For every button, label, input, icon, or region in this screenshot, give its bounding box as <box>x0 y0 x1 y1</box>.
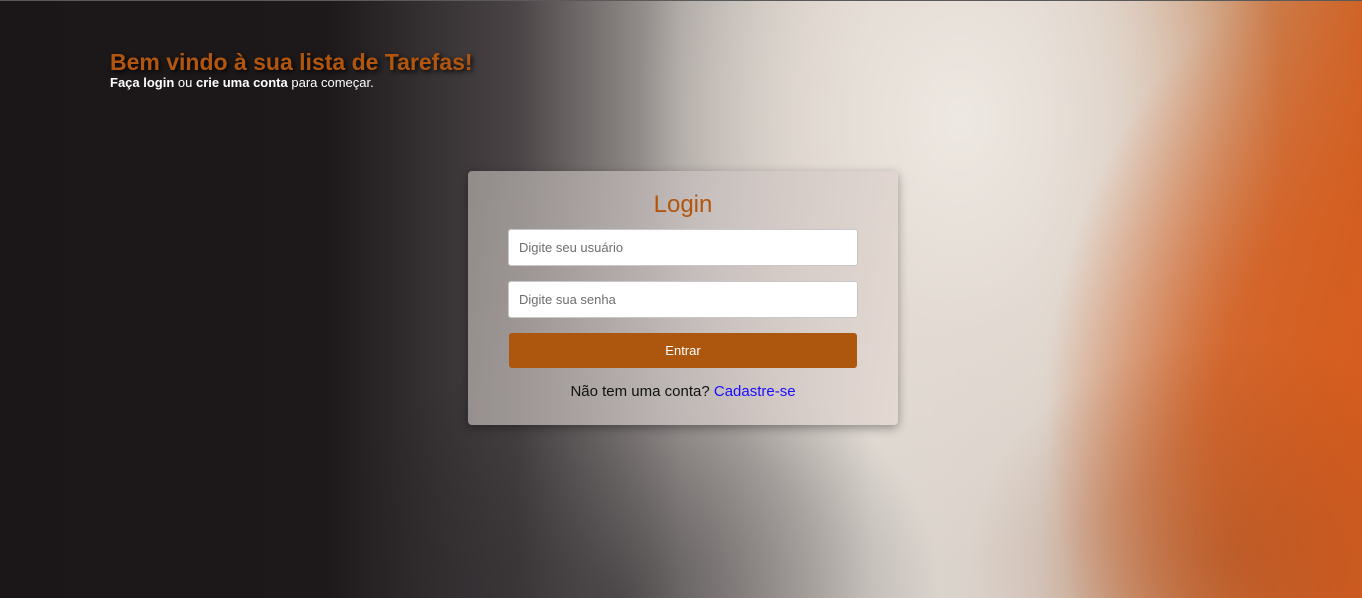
login-card: Login Entrar Não tem uma conta? Cadastre… <box>468 171 898 425</box>
subtitle-login: login <box>143 75 175 90</box>
login-button[interactable]: Entrar <box>509 333 857 368</box>
login-title: Login <box>653 191 713 218</box>
subtitle-suffix: para começar. <box>287 75 374 90</box>
password-input[interactable] <box>508 281 858 318</box>
top-border <box>0 0 1362 1</box>
signup-link[interactable]: Cadastre-se <box>714 383 796 400</box>
page-title: Bem vindo à sua lista de Tarefas! <box>110 49 473 75</box>
subtitle-middle: ou <box>174 75 196 90</box>
subtitle-prefix: Faça <box>110 75 144 90</box>
welcome-header: Bem vindo à sua lista de Tarefas! Faça l… <box>110 48 473 90</box>
signup-prompt: Não tem uma conta? <box>570 383 714 400</box>
signup-row: Não tem uma conta? Cadastre-se <box>468 383 898 401</box>
username-input[interactable] <box>508 229 858 266</box>
page-subtitle: Faça login ou crie uma conta para começa… <box>110 76 473 90</box>
subtitle-create: crie uma conta <box>195 75 288 90</box>
